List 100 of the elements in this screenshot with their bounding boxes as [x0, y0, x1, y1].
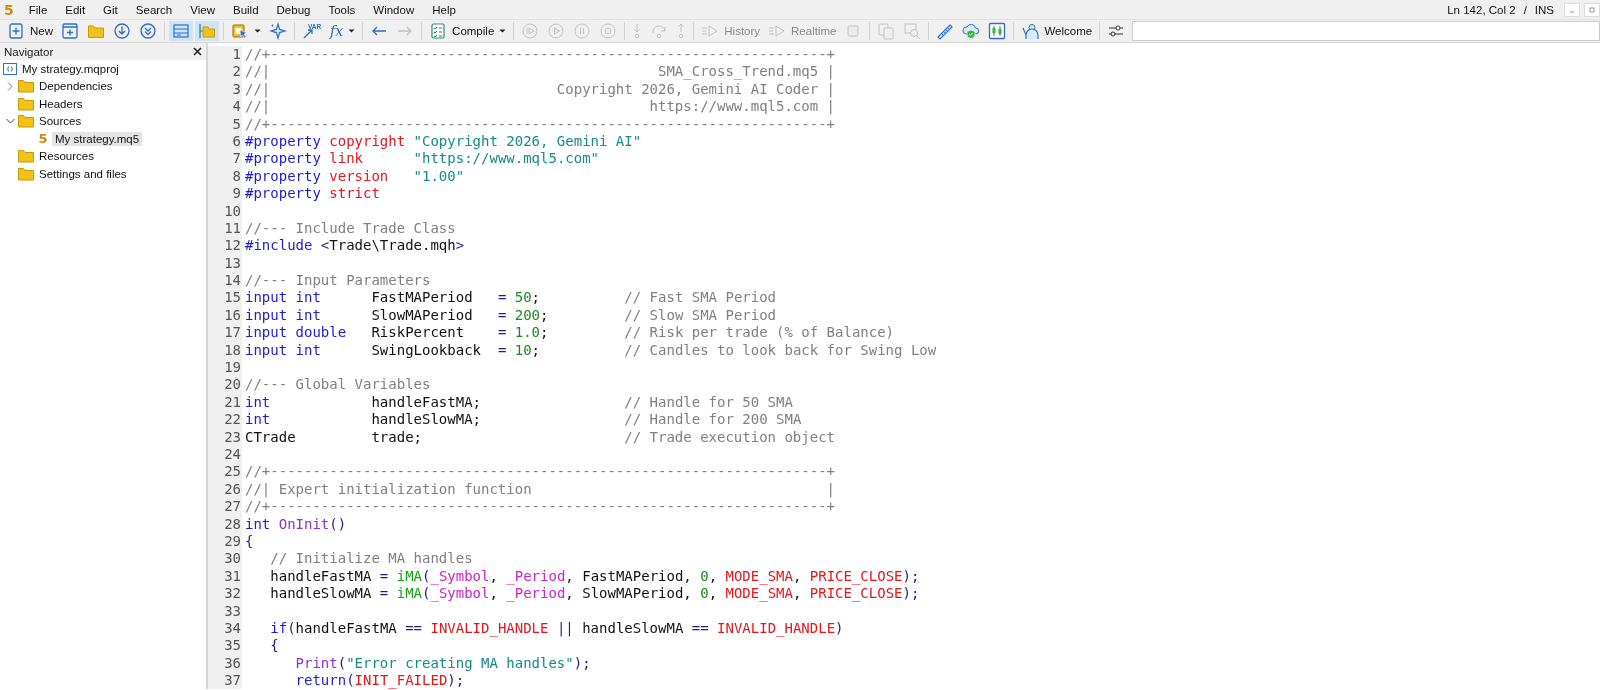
- line-number: 23: [223, 428, 242, 446]
- line-number: 35: [223, 637, 242, 655]
- copy-icon: [877, 22, 896, 40]
- menu-item[interactable]: Help: [423, 3, 465, 16]
- line-number: 34: [223, 619, 242, 638]
- code-line: #property strict: [245, 185, 380, 202]
- line-number: 11: [223, 219, 242, 238]
- line-number: 25: [223, 463, 242, 481]
- code-line: int OnInit(): [245, 515, 347, 532]
- code-line: input double RiskPercent = 1.0; // Risk per trade (% of Balance): [245, 324, 895, 341]
- line-number: 3: [231, 80, 242, 99]
- code-line: //--- Input Parameters: [245, 272, 431, 289]
- code-line: //| https://www.mql5.com |: [245, 98, 835, 115]
- menu-item[interactable]: Git: [94, 3, 127, 16]
- line-number: 16: [223, 306, 242, 325]
- line-number: 24: [223, 446, 242, 464]
- code-line: handleSlowMA = iMA(_Symbol, _Period, SlowMAPeriod, 0, MODE_SMA, PRICE_CLOSE);: [269, 585, 920, 602]
- code-line: //+------------------------------------------------------------------+: [245, 46, 835, 62]
- code-line: //| Expert initialization function |: [245, 480, 835, 497]
- code-line: input int SwingLookback = 10; // Candles to look back for Swing Low: [245, 341, 937, 358]
- search-field[interactable]: [1132, 21, 1600, 41]
- restore-button[interactable]: [1584, 2, 1600, 17]
- tree-item[interactable]: Sources: [36, 114, 85, 129]
- tree-item[interactable]: Resources: [36, 149, 97, 164]
- folder-tree-icon: [198, 22, 216, 40]
- folder-icon: [18, 79, 34, 94]
- realtime-icon: [768, 22, 787, 40]
- line-number: 33: [223, 602, 242, 620]
- code-line: //+------------------------------------------------------------------+: [245, 498, 835, 515]
- double-download-icon: [139, 22, 157, 40]
- menu-item[interactable]: Search: [126, 3, 182, 16]
- stop-icon: [599, 22, 618, 40]
- cursor-position: Ln 142, Col 2: [1447, 3, 1516, 16]
- code-line: return(INIT_FAILED);: [294, 672, 465, 689]
- line-number: 1: [231, 46, 242, 64]
- folder-icon: [18, 166, 34, 181]
- line-number: 31: [223, 567, 242, 586]
- new-file-button[interactable]: New: [4, 21, 56, 41]
- line-number: 20: [223, 376, 242, 394]
- code-line: //--- Global Variables: [245, 376, 431, 393]
- checklist-button[interactable]: Compile: [426, 21, 510, 41]
- step-over-icon: [650, 22, 669, 40]
- line-number: 15: [223, 289, 242, 307]
- line-number: 32: [223, 585, 242, 603]
- tree-item[interactable]: My strategy.mqproj: [19, 61, 122, 76]
- restore-icon: [1588, 6, 1596, 13]
- line-number: 5: [231, 115, 242, 133]
- function-icon: fx: [330, 23, 344, 39]
- cloud-shield-icon: [962, 22, 981, 40]
- line-number: 8: [231, 167, 242, 186]
- line-number: 30: [223, 550, 242, 568]
- file-icon: 5: [36, 131, 50, 147]
- line-number: 37: [223, 672, 242, 690]
- tree-item[interactable]: Settings and files: [36, 166, 130, 181]
- line-number: 7: [231, 150, 242, 168]
- line-number: 27: [223, 498, 242, 516]
- menu-item[interactable]: File: [19, 3, 57, 16]
- tree-item[interactable]: Headers: [36, 96, 86, 111]
- new-file-icon: [7, 22, 25, 40]
- menu-item[interactable]: View: [181, 3, 224, 16]
- code-line: //+------------------------------------------------------------------+: [245, 115, 835, 132]
- folder-icon: [18, 149, 34, 164]
- candlestick-chart-icon: [988, 22, 1007, 40]
- close-icon: [193, 47, 202, 56]
- pause-icon: [573, 22, 592, 40]
- line-number: 13: [223, 254, 242, 273]
- tree-item[interactable]: My strategy.mq5: [52, 131, 143, 146]
- status-separator: /: [1523, 3, 1527, 16]
- expand-icon[interactable]: [7, 81, 13, 91]
- person-button[interactable]: Welcome: [1018, 21, 1096, 41]
- insert-mode: INS: [1534, 3, 1554, 16]
- code-line: int handleSlowMA; // Handle for 200 SMA: [245, 411, 802, 428]
- code-line: //| Copyright 2026, Gemini AI Coder |: [245, 80, 835, 97]
- line-number: 28: [223, 515, 242, 533]
- code-line: #property version "1.00": [245, 167, 465, 184]
- collapse-icon[interactable]: [5, 118, 15, 125]
- minimize-button[interactable]: [1564, 2, 1580, 17]
- new-window-icon: [61, 22, 79, 40]
- tree-item[interactable]: Dependencies: [36, 79, 116, 94]
- line-number: 6: [231, 132, 242, 151]
- code-line: // Initialize MA handles: [269, 550, 473, 567]
- project-icon: [3, 61, 17, 76]
- line-number: 36: [223, 654, 242, 673]
- line-number: 26: [223, 480, 242, 499]
- function-button[interactable]: fx: [327, 21, 359, 41]
- code-line: //--- Include Trade Class: [245, 219, 456, 236]
- line-number: 21: [223, 393, 242, 412]
- sliders-icon: [1107, 22, 1126, 40]
- person-icon: [1021, 22, 1040, 40]
- folder-icon: [18, 114, 34, 129]
- menu-item[interactable]: Edit: [56, 3, 95, 16]
- menu-item[interactable]: Window: [364, 3, 424, 16]
- menu-item[interactable]: Debug: [267, 3, 320, 16]
- menu-item[interactable]: Tools: [319, 3, 365, 16]
- sparkle-icon: [269, 22, 287, 40]
- line-number: 12: [223, 237, 242, 255]
- menu-item[interactable]: Build: [223, 3, 268, 16]
- find-icon: [903, 22, 922, 40]
- code-line: if(handleFastMA == INVALID_HANDLE || handleSlowMA == INVALID_HANDLE): [269, 619, 844, 636]
- line-number: 29: [223, 532, 242, 551]
